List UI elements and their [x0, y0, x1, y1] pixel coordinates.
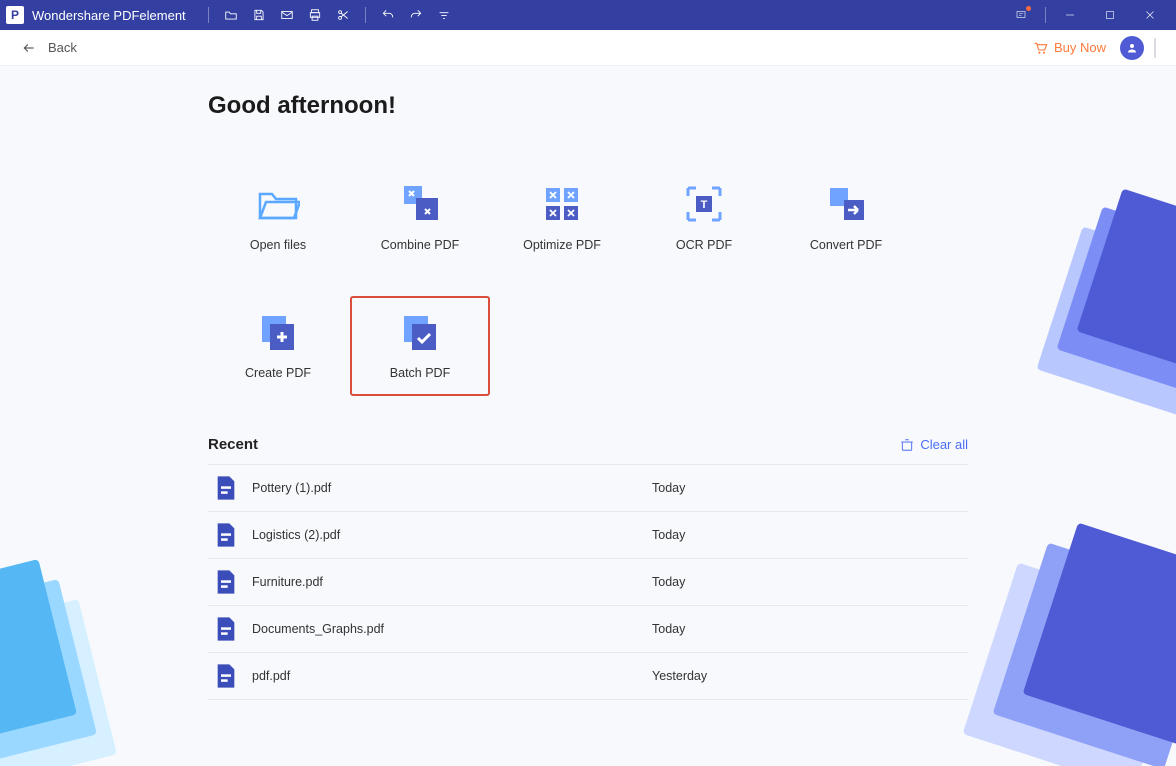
mail-icon[interactable] [277, 5, 297, 25]
convert-icon [824, 184, 868, 224]
recent-row[interactable]: Pottery (1).pdf Today [208, 464, 968, 512]
file-name: pdf.pdf [252, 669, 652, 683]
file-name: Furniture.pdf [252, 575, 652, 589]
subheader: Back Buy Now [0, 30, 1176, 66]
quick-actions-grid: Open files Combine PDF [208, 168, 968, 396]
optimize-icon [540, 184, 584, 224]
arrow-left-icon [20, 41, 38, 55]
create-icon [256, 312, 300, 352]
file-date: Today [652, 528, 685, 542]
buy-now-button[interactable]: Buy Now [1032, 40, 1106, 56]
decorative-shapes-icon [0, 586, 150, 766]
window-maximize-icon[interactable] [1090, 0, 1130, 30]
recent-row[interactable]: Furniture.pdf Today [208, 558, 968, 606]
notifications-icon[interactable] [1001, 0, 1041, 30]
action-open-files[interactable]: Open files [208, 168, 348, 268]
svg-text:T: T [701, 199, 708, 211]
file-name: Documents_Graphs.pdf [252, 622, 652, 636]
decorative-shapes-icon [976, 546, 1176, 766]
main-content: Good afternoon! Open files Combine [0, 66, 1176, 766]
print-icon[interactable] [305, 5, 325, 25]
toolbar-separator [208, 7, 209, 23]
action-combine-pdf[interactable]: Combine PDF [350, 168, 490, 268]
pdf-file-icon [216, 476, 236, 500]
action-label: Open files [250, 238, 306, 252]
recent-row[interactable]: Documents_Graphs.pdf Today [208, 605, 968, 653]
divider [1154, 38, 1156, 58]
scissors-icon[interactable] [333, 5, 353, 25]
folder-open-icon [256, 184, 300, 224]
pdf-file-icon [216, 570, 236, 594]
user-icon [1126, 42, 1138, 54]
combine-icon [398, 184, 442, 224]
notification-dot-icon [1026, 6, 1031, 11]
dropdown-icon[interactable] [434, 5, 454, 25]
clear-all-button[interactable]: Clear all [900, 437, 968, 452]
recent-title: Recent [208, 436, 258, 453]
app-logo-icon: P [6, 6, 24, 24]
action-label: Optimize PDF [523, 238, 601, 252]
page-title: Good afternoon! [208, 92, 968, 120]
toolbar-separator [1045, 7, 1046, 23]
action-create-pdf[interactable]: Create PDF [208, 296, 348, 396]
toolbar-separator [365, 7, 366, 23]
batch-icon [398, 312, 442, 352]
file-date: Yesterday [652, 669, 707, 683]
file-date: Today [652, 622, 685, 636]
open-icon[interactable] [221, 5, 241, 25]
cart-icon [1032, 40, 1048, 56]
redo-icon[interactable] [406, 5, 426, 25]
decorative-shapes-icon [1016, 216, 1176, 476]
file-date: Today [652, 575, 685, 589]
back-button[interactable]: Back [20, 40, 77, 55]
action-label: Combine PDF [381, 238, 460, 252]
action-optimize-pdf[interactable]: Optimize PDF [492, 168, 632, 268]
file-name: Logistics (2).pdf [252, 528, 652, 542]
action-batch-pdf[interactable]: Batch PDF [350, 296, 490, 396]
action-label: Convert PDF [810, 238, 882, 252]
title-bar: P Wondershare PDFelement [0, 0, 1176, 30]
recent-row[interactable]: Logistics (2).pdf Today [208, 511, 968, 559]
recent-row[interactable]: pdf.pdf Yesterday [208, 652, 968, 700]
recent-list: Pottery (1).pdf Today Logistics (2).pdf … [208, 464, 968, 700]
clear-icon [900, 438, 914, 452]
pdf-file-icon [216, 523, 236, 547]
action-ocr-pdf[interactable]: T OCR PDF [634, 168, 774, 268]
clear-all-label: Clear all [920, 437, 968, 452]
save-icon[interactable] [249, 5, 269, 25]
window-close-icon[interactable] [1130, 0, 1170, 30]
user-avatar[interactable] [1120, 36, 1144, 60]
action-label: Batch PDF [390, 366, 450, 380]
pdf-file-icon [216, 617, 236, 641]
action-label: OCR PDF [676, 238, 732, 252]
file-date: Today [652, 481, 685, 495]
undo-icon[interactable] [378, 5, 398, 25]
action-convert-pdf[interactable]: Convert PDF [776, 168, 916, 268]
ocr-icon: T [682, 184, 726, 224]
action-label: Create PDF [245, 366, 311, 380]
buy-now-label: Buy Now [1054, 40, 1106, 55]
file-name: Pottery (1).pdf [252, 481, 652, 495]
recent-header: Recent Clear all [208, 436, 968, 453]
window-minimize-icon[interactable] [1050, 0, 1090, 30]
pdf-file-icon [216, 664, 236, 688]
back-label: Back [48, 40, 77, 55]
app-title: Wondershare PDFelement [32, 8, 186, 23]
